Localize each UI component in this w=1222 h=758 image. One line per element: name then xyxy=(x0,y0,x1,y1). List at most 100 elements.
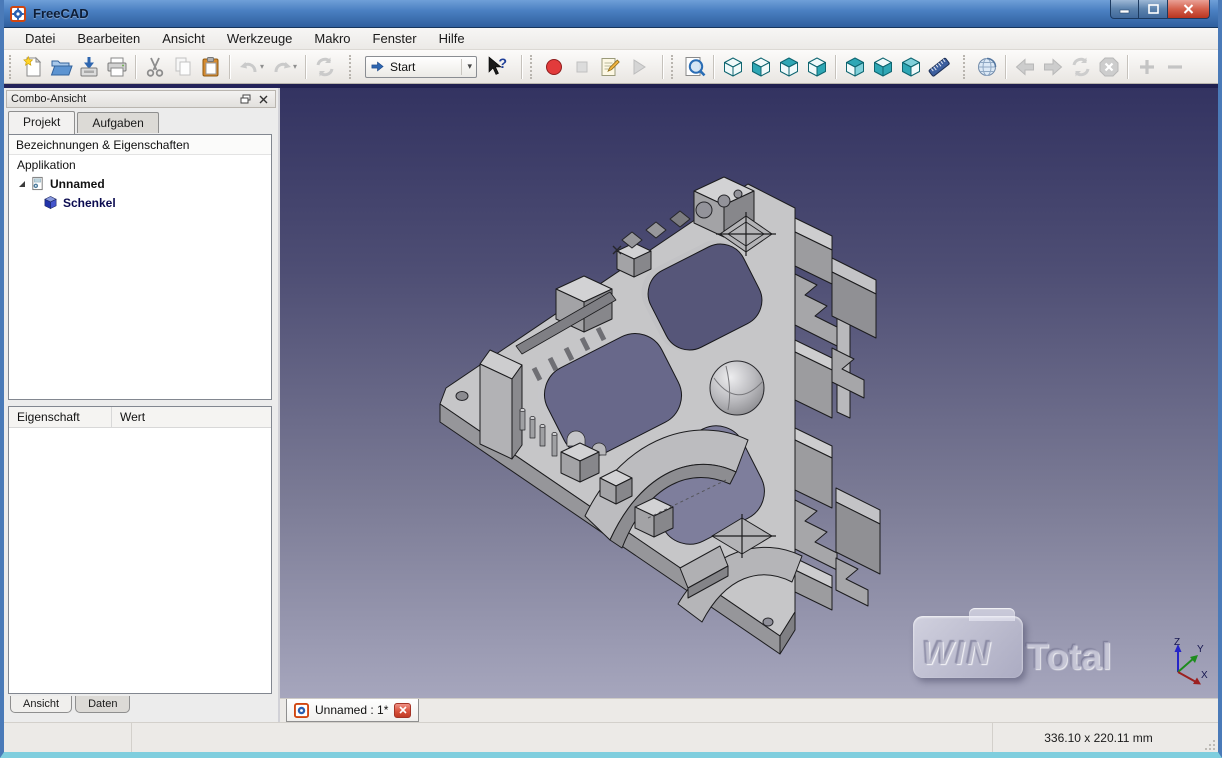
resize-grip[interactable] xyxy=(1204,723,1218,752)
tab-aufgaben[interactable]: Aufgaben xyxy=(77,112,159,133)
macro-play-button[interactable] xyxy=(624,53,652,81)
float-icon xyxy=(240,94,251,104)
undo-button[interactable] xyxy=(235,53,263,81)
view-bottom-button[interactable] xyxy=(869,53,897,81)
menu-makro[interactable]: Makro xyxy=(303,28,361,49)
expander-icon[interactable] xyxy=(17,179,27,189)
whats-this-button[interactable]: ? xyxy=(483,53,511,81)
zoom-out-button[interactable] xyxy=(1161,53,1189,81)
toolbar-separator xyxy=(1127,54,1129,79)
3d-viewport[interactable]: WIN Total Z Y X xyxy=(280,88,1218,698)
view-top-button[interactable] xyxy=(775,53,803,81)
document-tab-close-button[interactable] xyxy=(394,702,412,718)
toolbar-separator xyxy=(835,54,837,79)
view-rear-button[interactable] xyxy=(841,53,869,81)
front-view-cube-icon xyxy=(752,57,770,76)
right-view-cube-icon xyxy=(808,57,826,76)
tab-ansicht[interactable]: Ansicht xyxy=(10,696,73,713)
document-tab-label: Unnamed : 1* xyxy=(315,703,389,717)
menu-werkzeuge[interactable]: Werkzeuge xyxy=(216,28,304,49)
print-button[interactable] xyxy=(103,53,131,81)
view-front-button[interactable] xyxy=(747,53,775,81)
part-cube-icon xyxy=(44,196,57,210)
globe-icon xyxy=(978,57,997,76)
new-document-button[interactable] xyxy=(19,53,47,81)
tree-header: Bezeichnungen & Eigenschaften xyxy=(9,135,271,155)
open-document-button[interactable] xyxy=(47,53,75,81)
macro-stop-button[interactable] xyxy=(568,53,596,81)
fit-all-button[interactable] xyxy=(681,53,709,81)
maximize-button[interactable] xyxy=(1139,0,1168,19)
paste-button[interactable] xyxy=(197,53,225,81)
close-panel-icon xyxy=(259,95,268,103)
menu-fenster[interactable]: Fenster xyxy=(362,28,428,49)
toolbar-drag-handle[interactable] xyxy=(530,54,537,79)
save-document-button[interactable] xyxy=(75,53,103,81)
menu-bar: Datei Bearbeiten Ansicht Werkzeuge Makro… xyxy=(4,28,1218,50)
tree-row-schenkel[interactable]: Schenkel xyxy=(9,193,271,212)
web-stop-button[interactable] xyxy=(1095,53,1123,81)
tree-row-applikation[interactable]: Applikation xyxy=(9,155,271,174)
refresh-button[interactable] xyxy=(311,53,339,81)
undo-dropdown-caret[interactable]: ▾ xyxy=(260,62,268,71)
tree-item-schenkel-label: Schenkel xyxy=(63,195,116,210)
toolbar-drag-handle[interactable] xyxy=(963,54,970,79)
macro-record-button[interactable] xyxy=(540,53,568,81)
web-refresh-button[interactable] xyxy=(1067,53,1095,81)
web-back-button[interactable] xyxy=(1011,53,1039,81)
view-left-button[interactable] xyxy=(897,53,925,81)
macro-edit-button[interactable] xyxy=(596,53,624,81)
measure-distance-button[interactable] xyxy=(925,53,953,81)
close-button[interactable] xyxy=(1168,0,1210,19)
freecad-window: FreeCAD Datei Bearbeiten Ansicht Werkzeu… xyxy=(0,0,1222,758)
menu-ansicht[interactable]: Ansicht xyxy=(151,28,216,49)
close-panel-button[interactable] xyxy=(256,93,271,106)
svg-text:?: ? xyxy=(499,55,508,71)
stop-octagon-icon xyxy=(1099,57,1119,76)
menu-hilfe[interactable]: Hilfe xyxy=(428,28,476,49)
axis-x-label: X xyxy=(1201,670,1208,681)
toolbar-separator xyxy=(662,54,664,79)
redo-button[interactable] xyxy=(268,53,296,81)
toolbar-drag-handle[interactable] xyxy=(671,54,678,79)
resize-grip-icon xyxy=(1205,740,1215,750)
toolbar-separator xyxy=(521,54,523,79)
toolbar-drag-handle[interactable] xyxy=(9,54,16,79)
tree-item-unnamed-label: Unnamed xyxy=(50,176,105,191)
refresh-icon xyxy=(316,57,334,76)
stop-icon xyxy=(576,61,588,72)
combo-view-titlebar[interactable]: Combo-Ansicht xyxy=(6,90,276,108)
property-column-eigenschaft[interactable]: Eigenschaft xyxy=(9,407,112,427)
project-tree: Bezeichnungen & Eigenschaften Applikatio… xyxy=(8,134,272,400)
web-forward-button[interactable] xyxy=(1039,53,1067,81)
new-document-icon xyxy=(23,55,42,76)
open-website-button[interactable] xyxy=(973,53,1001,81)
minus-icon xyxy=(1168,64,1182,69)
open-folder-icon xyxy=(50,60,73,75)
cut-button[interactable] xyxy=(141,53,169,81)
zoom-in-button[interactable] xyxy=(1133,53,1161,81)
document-tab[interactable]: Unnamed : 1* xyxy=(286,699,420,722)
float-panel-button[interactable] xyxy=(238,93,253,106)
copy-button[interactable] xyxy=(169,53,197,81)
whats-this-icon: ? xyxy=(488,55,508,75)
tab-projekt[interactable]: Projekt xyxy=(8,111,76,134)
minimize-button[interactable] xyxy=(1110,0,1139,19)
property-header: Eigenschaft Wert xyxy=(9,407,271,428)
window-title: FreeCAD xyxy=(33,6,89,21)
menu-datei[interactable]: Datei xyxy=(14,28,66,49)
workbench-selector[interactable]: Start ▾ xyxy=(365,55,477,78)
toolbar-drag-handle[interactable] xyxy=(349,54,356,79)
print-icon xyxy=(107,57,127,76)
view-right-button[interactable] xyxy=(803,53,831,81)
redo-dropdown-caret[interactable]: ▾ xyxy=(293,62,301,71)
menu-bearbeiten[interactable]: Bearbeiten xyxy=(66,28,151,49)
view-axonometric-button[interactable] xyxy=(719,53,747,81)
close-icon xyxy=(1183,4,1194,14)
tab-daten[interactable]: Daten xyxy=(75,696,131,713)
back-arrow-icon xyxy=(1015,57,1034,76)
combo-view-title: Combo-Ansicht xyxy=(11,93,87,105)
tree-row-unnamed[interactable]: Unnamed xyxy=(9,174,271,193)
property-column-wert[interactable]: Wert xyxy=(112,407,153,427)
save-icon xyxy=(80,56,98,76)
